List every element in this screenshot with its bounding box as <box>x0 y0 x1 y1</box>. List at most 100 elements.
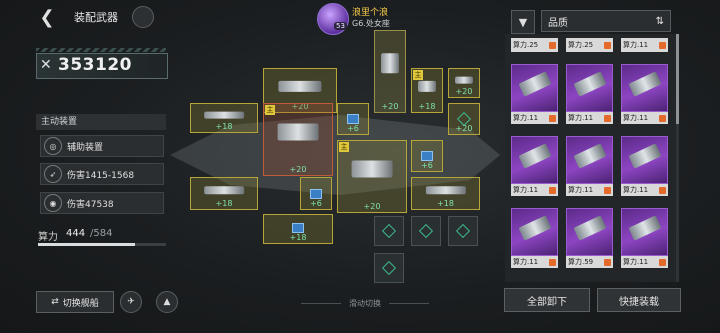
empty-slot-icon <box>455 223 471 239</box>
card-capacity: 算力.11 <box>513 114 539 122</box>
empty-slot-icon <box>381 223 397 239</box>
card-capacity: 算力.11 <box>513 258 539 266</box>
inventory-card[interactable]: 算力.11 <box>621 136 668 196</box>
slot-bonus: +6 <box>310 199 322 208</box>
cannon-icon <box>278 81 322 92</box>
damage-range-icon: ➶ <box>44 165 62 183</box>
slot-bonus: +18 <box>215 122 233 131</box>
quick-equip-button[interactable]: 快捷装载 <box>597 288 681 312</box>
slot-bonus: +6 <box>347 124 359 133</box>
weapon-slot[interactable]: 主 +20 <box>263 103 333 176</box>
empty-slot[interactable] <box>411 216 441 246</box>
inventory-card[interactable]: 算力.11 <box>621 64 668 124</box>
player-subtitle: G6.处女座 <box>352 19 390 28</box>
card-capacity: 算力.11 <box>623 258 649 266</box>
swap-arrows-icon: ⇄ <box>51 297 59 307</box>
crossed-swords-icon: ✕ <box>40 57 52 73</box>
damage-label: 伤害47538 <box>67 199 114 210</box>
weapon-slot[interactable]: +20 <box>448 68 480 98</box>
page-title: 装配武器 <box>74 11 118 24</box>
weapon-art <box>621 136 668 184</box>
ship-type-icon[interactable]: ✈ <box>120 291 142 313</box>
inventory-card[interactable]: 算力.11 <box>566 64 613 124</box>
weapon-slot[interactable]: +20 <box>374 30 406 113</box>
scroll-thumb[interactable] <box>676 34 679 124</box>
filter-button[interactable]: ▼ <box>511 10 535 34</box>
aux-device-label: 辅助装置 <box>67 142 104 153</box>
weapon-art <box>621 208 668 256</box>
card-capacity: 算力.11 <box>568 114 594 122</box>
empty-slot-icon <box>418 223 434 239</box>
lock-icon <box>659 258 666 266</box>
aux-device-row[interactable]: ◎ 辅助装置 <box>40 135 164 157</box>
empty-slot-icon <box>381 260 397 276</box>
inventory-card[interactable]: 算力.11 <box>621 38 668 52</box>
card-capacity: 算力.11 <box>513 186 539 194</box>
lock-icon <box>659 114 666 122</box>
weapon-art <box>511 208 558 256</box>
quality-select[interactable]: 品质 ⇅ <box>541 10 671 32</box>
inventory-card[interactable]: 算力.25 <box>566 38 613 52</box>
fleet-icon[interactable]: ▲ <box>156 291 178 313</box>
lock-icon <box>604 114 611 122</box>
slide-hint: 滑动切换 <box>290 298 440 309</box>
inventory-card[interactable]: 算力.59 <box>566 208 613 268</box>
weapon-art <box>511 136 558 184</box>
switch-ship-button[interactable]: ⇄ 切换舰船 <box>36 291 114 313</box>
empty-slot[interactable] <box>374 253 404 283</box>
filter-icon: ▼ <box>518 15 528 29</box>
back-arrow-icon[interactable]: ❮ <box>36 6 58 28</box>
inventory-panel: 算力.25 算力.25 算力.11 算力.11 算力.11 算力.11 算力.1… <box>505 34 677 282</box>
fighter-icon <box>204 111 244 119</box>
unequip-all-button[interactable]: 全部卸下 <box>504 288 590 312</box>
weapon-slot[interactable]: 主 +18 <box>411 68 443 113</box>
player-avatar[interactable] <box>317 3 349 35</box>
slot-bonus: +6 <box>421 161 433 170</box>
inventory-card[interactable]: 算力.25 <box>511 38 558 52</box>
inventory-card[interactable]: 算力.11 <box>511 64 558 124</box>
inventory-card[interactable]: 算力.11 <box>511 208 558 268</box>
weapon-slot[interactable]: +18 <box>263 214 333 244</box>
damage-row: ◉ 伤害47538 <box>40 192 164 214</box>
empty-slot[interactable] <box>448 216 478 246</box>
damage-range-row: ➶ 伤害1415-1568 <box>40 163 164 185</box>
shield-module-icon <box>347 114 359 124</box>
lock-icon <box>549 114 556 122</box>
weapon-slot[interactable]: +18 <box>190 103 258 133</box>
weapon-art <box>566 136 613 184</box>
weapon-slot[interactable]: +6 <box>337 103 369 135</box>
capacity-bar-fill <box>38 243 136 246</box>
card-capacity: 算力.11 <box>623 41 649 49</box>
weapon-slot[interactable]: 主 +20 <box>337 140 407 213</box>
power-value: 353120 <box>58 55 132 75</box>
main-slot-mark: 主 <box>339 142 349 152</box>
slide-hint-label: 滑动切换 <box>349 299 381 308</box>
slot-bonus: +20 <box>363 202 381 211</box>
damage-icon: ◉ <box>44 194 62 212</box>
weapon-slot[interactable]: +18 <box>190 177 258 210</box>
aux-device-icon: ◎ <box>44 137 62 155</box>
weapon-slot[interactable]: +20 <box>448 103 480 135</box>
weapon-slot[interactable]: +18 <box>411 177 480 210</box>
inventory-card[interactable]: 算力.11 <box>511 136 558 196</box>
turret-icon <box>381 53 399 74</box>
sort-toggle-icon[interactable]: ⇅ <box>656 16 664 27</box>
lock-icon <box>604 258 611 266</box>
damage-range-label: 伤害1415-1568 <box>67 170 135 181</box>
weapon-art <box>566 64 613 112</box>
inventory-card[interactable]: 算力.11 <box>566 136 613 196</box>
slot-bonus: +20 <box>455 87 473 96</box>
card-capacity: 算力.11 <box>568 186 594 194</box>
empty-slot[interactable] <box>374 216 404 246</box>
wrench-button[interactable] <box>132 6 154 28</box>
main-slot-mark: 主 <box>265 105 275 115</box>
capacity-label: 算力 <box>38 232 58 243</box>
inventory-card[interactable]: 算力.11 <box>621 208 668 268</box>
capacity-total: /584 <box>90 228 113 239</box>
divider-line <box>389 303 429 304</box>
slot-bonus: +18 <box>437 199 454 208</box>
weapon-slot[interactable]: +6 <box>300 177 332 210</box>
slot-bonus: +20 <box>455 124 473 133</box>
active-equipment-header: 主动装置 <box>36 114 166 130</box>
weapon-slot[interactable]: +6 <box>411 140 443 172</box>
